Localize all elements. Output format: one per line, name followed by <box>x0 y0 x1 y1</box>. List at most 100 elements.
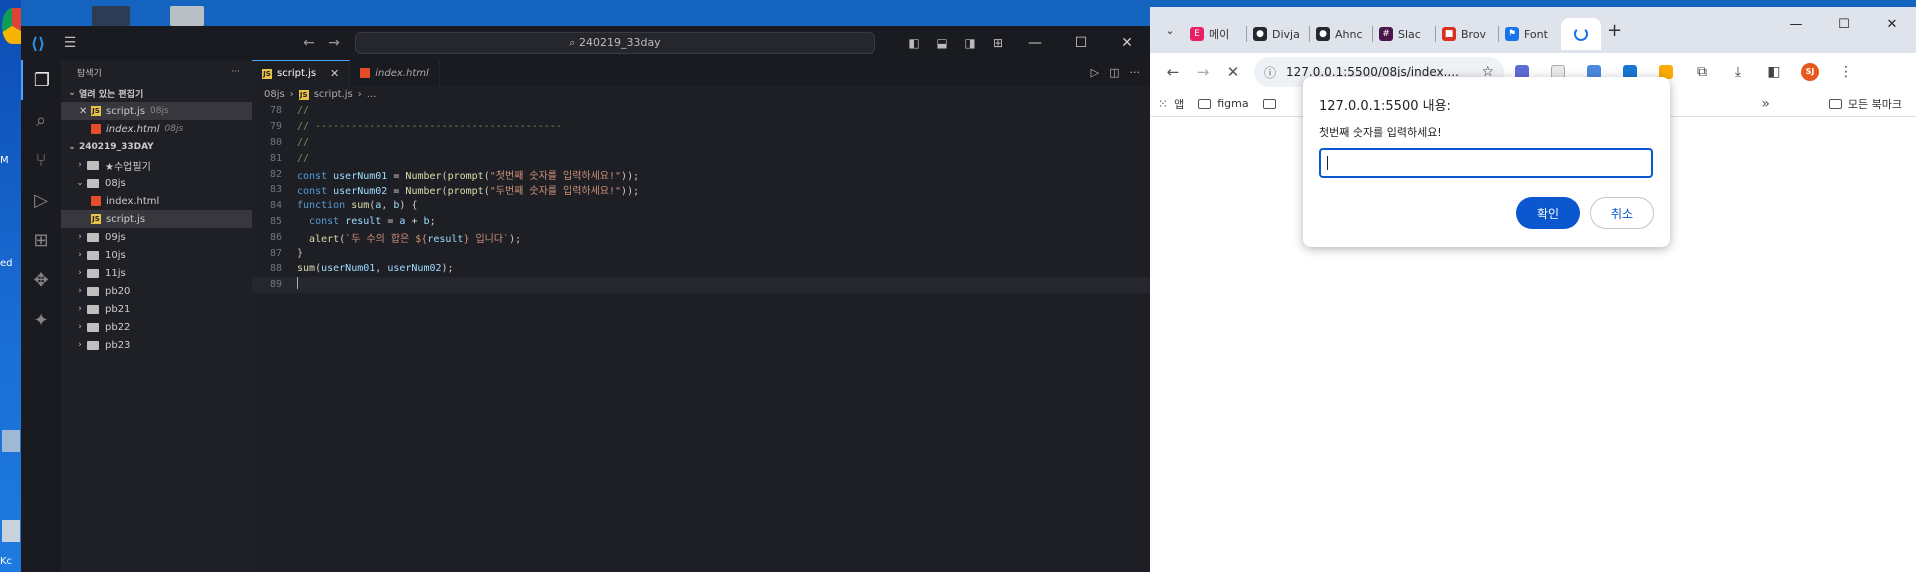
code-line[interactable]: 80 // <box>252 135 1150 151</box>
desktop-icon[interactable] <box>92 6 130 26</box>
code-editor[interactable]: 78 // 79 // -------------------------------… <box>252 103 1150 293</box>
workspace-section[interactable]: ⌄ 240219_33DAY <box>61 138 252 156</box>
desktop-icon[interactable] <box>2 430 20 452</box>
download-icon[interactable]: ⤓ <box>1720 64 1756 80</box>
tree-item[interactable]: index.html <box>61 192 252 210</box>
minimize-button[interactable]: — <box>1012 35 1058 51</box>
cancel-button[interactable]: 취소 <box>1590 197 1654 229</box>
site-info-icon[interactable]: ⓘ <box>1264 64 1276 81</box>
browser-tab[interactable]: ■ Brov <box>1436 18 1498 50</box>
active-tab[interactable] <box>1561 18 1601 50</box>
ok-button[interactable]: 확인 <box>1516 197 1580 229</box>
tree-item[interactable]: › pb21 <box>61 300 252 318</box>
run-debug-icon[interactable]: ▷ <box>21 180 61 220</box>
tab-search-button[interactable]: ⌄ <box>1156 14 1184 46</box>
tree-item[interactable]: › 10js <box>61 246 252 264</box>
side-panel-icon[interactable]: ◧ <box>1756 64 1792 80</box>
minimize-button[interactable]: — <box>1772 17 1820 32</box>
open-editors-section[interactable]: ⌄ 열려 있는 편집기 <box>61 84 252 102</box>
live-share-icon[interactable]: ✦ <box>21 300 61 340</box>
extensions-puzzle-icon[interactable]: ⧉ <box>1684 64 1720 80</box>
tree-item[interactable]: JS script.js <box>61 210 252 228</box>
figma-icon[interactable]: ✥ <box>21 260 61 300</box>
run-icon[interactable]: ▷ <box>1091 66 1099 79</box>
chevron-right-icon: › <box>78 232 82 242</box>
desktop-icon[interactable] <box>2 520 20 542</box>
browser-tab[interactable]: # Slac <box>1373 18 1435 50</box>
code-line[interactable]: 89 <box>252 276 1150 293</box>
toggle-secondary-sidebar-icon[interactable]: ◨ <box>956 36 984 50</box>
maximize-button[interactable]: ☐ <box>1820 17 1868 32</box>
breadcrumb: 08js › JS script.js › ... <box>252 86 1150 103</box>
search-view-icon[interactable]: ⌕ <box>21 100 61 140</box>
code-line[interactable]: 88 sum(userNum01, userNum02); <box>252 261 1150 277</box>
open-editor-folder: 08js <box>164 124 184 134</box>
tree-item[interactable]: › pb22 <box>61 318 252 336</box>
breadcrumb-folder[interactable]: 08js <box>264 89 285 100</box>
folder-icon <box>87 232 99 242</box>
more-menu-icon[interactable]: ⋮ <box>1828 64 1864 80</box>
more-bookmarks-icon[interactable]: » <box>1761 96 1770 112</box>
back-arrow-icon[interactable]: ← <box>296 35 322 51</box>
tree-item-label: 08js <box>105 177 126 189</box>
browser-tab[interactable]: ● Ahnc <box>1310 18 1372 50</box>
toggle-sidebar-icon[interactable]: ◧ <box>900 36 928 50</box>
menu-icon[interactable]: ☰ <box>55 35 85 51</box>
forward-arrow-icon[interactable]: → <box>321 35 347 51</box>
maximize-button[interactable]: ☐ <box>1058 35 1104 51</box>
code-line[interactable]: 82 const userNum01 = Number(prompt("첫번째 숫… <box>252 166 1150 182</box>
code-line[interactable]: 81 // <box>252 150 1150 166</box>
extensions-icon[interactable]: ⊞ <box>21 220 61 260</box>
stop-loading-icon[interactable]: ✕ <box>1218 63 1248 81</box>
chevron-right-icon: › <box>78 340 82 350</box>
source-control-icon[interactable]: ⑂ <box>21 140 61 180</box>
close-icon[interactable]: ✕ <box>79 106 91 117</box>
code-line[interactable]: 79 // -----------------------------------… <box>252 119 1150 135</box>
browser-tab[interactable]: E 메이 <box>1184 18 1246 50</box>
toggle-panel-icon[interactable]: ⬓ <box>928 36 956 50</box>
tree-item[interactable]: ⌄ 08js <box>61 174 252 192</box>
chrome-desktop-icon[interactable] <box>2 8 21 44</box>
code-line[interactable]: 84 function sum(a, b) { <box>252 198 1150 214</box>
command-center-search[interactable]: ⌕ 240219_33day <box>355 32 875 54</box>
search-icon: ⌕ <box>569 36 579 49</box>
forward-arrow-icon[interactable]: → <box>1188 63 1218 81</box>
tab-index-html[interactable]: index.html <box>350 60 440 86</box>
back-arrow-icon[interactable]: ← <box>1158 63 1188 81</box>
bookmark-folder[interactable] <box>1262 98 1282 109</box>
close-button[interactable]: ✕ <box>1868 17 1916 32</box>
more-actions-icon[interactable]: ··· <box>1130 66 1141 79</box>
code-line[interactable]: 87} <box>252 245 1150 261</box>
open-editor-item[interactable]: ✕ JS script.js 08js <box>61 102 252 120</box>
close-button[interactable]: ✕ <box>1104 35 1150 51</box>
dialog-input[interactable] <box>1319 148 1653 178</box>
customize-layout-icon[interactable]: ⊞ <box>984 36 1012 50</box>
explorer-icon[interactable]: ❐ <box>21 60 61 100</box>
desktop-icon[interactable] <box>170 6 204 26</box>
tab-script-js[interactable]: JS script.js ✕ <box>252 60 351 86</box>
new-tab-button[interactable]: + <box>1601 14 1628 46</box>
code-line[interactable]: 85 const result = a + b; <box>252 214 1150 230</box>
tree-item[interactable]: › pb20 <box>61 282 252 300</box>
code-line[interactable]: 78 // <box>252 103 1150 119</box>
profile-avatar[interactable]: SJ <box>1792 63 1828 81</box>
chevron-right-icon: › <box>78 160 82 170</box>
browser-tab[interactable]: ⚑ Font <box>1499 18 1561 50</box>
bookmark-folder[interactable]: figma <box>1198 97 1249 110</box>
breadcrumb-more[interactable]: ... <box>367 89 377 100</box>
browser-tab[interactable]: ● Divja <box>1247 18 1309 50</box>
code-line[interactable]: 83 const userNum02 = Number(prompt("두번째 숫… <box>252 182 1150 198</box>
chrome-window: ⌄ E 메이 ● Divja ● Ahnc # Slac ■ Brov ⚑ Font + — ☐ ✕ … <box>1150 7 1916 572</box>
tree-item[interactable]: › 09js <box>61 228 252 246</box>
split-editor-icon[interactable]: ◫ <box>1109 66 1119 79</box>
open-editor-item[interactable]: index.html 08js <box>61 120 252 138</box>
more-actions-icon[interactable]: ··· <box>231 67 240 77</box>
breadcrumb-file[interactable]: script.js <box>314 89 353 100</box>
tree-item[interactable]: › pb23 <box>61 336 252 354</box>
tree-item[interactable]: › ★수업필기 <box>61 156 252 174</box>
bookmark-apps[interactable]: ⁙ 앱 <box>1158 96 1184 112</box>
close-icon[interactable]: ✕ <box>330 67 339 80</box>
tree-item[interactable]: › 11js <box>61 264 252 282</box>
all-bookmarks[interactable]: 모든 북마크 <box>1828 96 1902 112</box>
code-line[interactable]: 86 alert(`두 수의 합은 ${result} 입니다`); <box>252 229 1150 245</box>
